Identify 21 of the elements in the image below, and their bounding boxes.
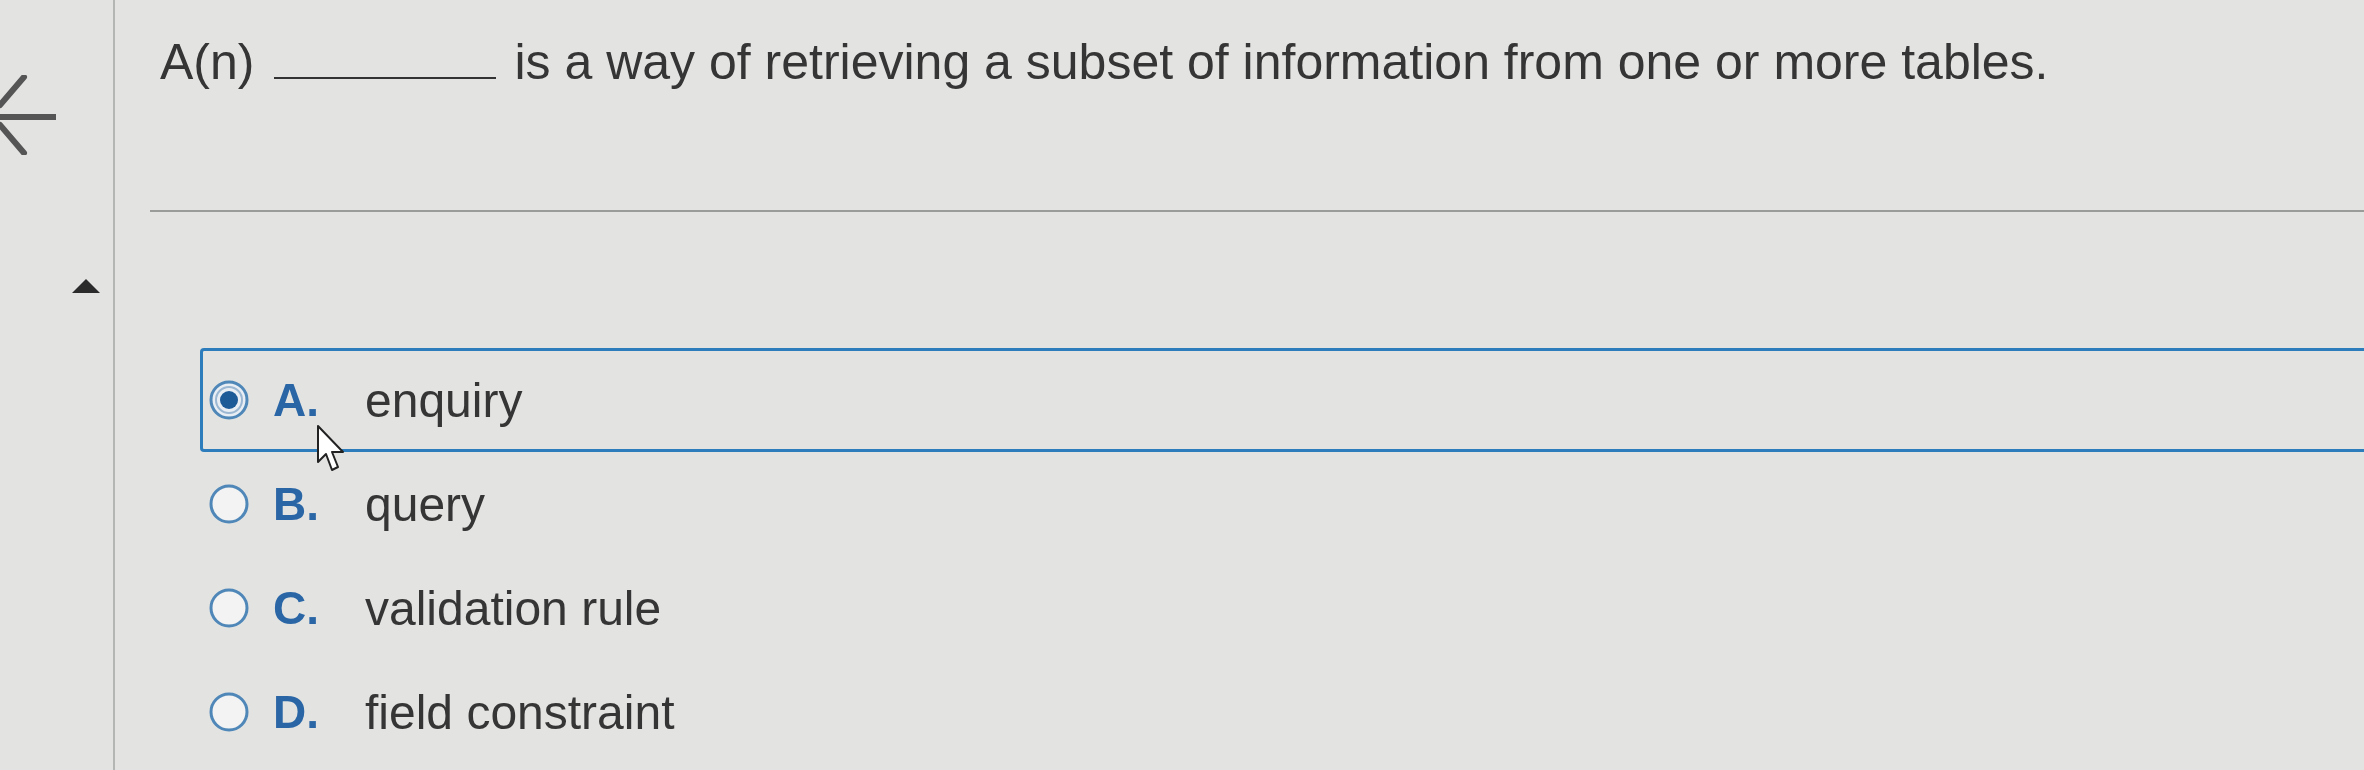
radio-button[interactable] bbox=[209, 692, 249, 732]
option-letter: C. bbox=[273, 581, 320, 635]
option-label: validation rule bbox=[365, 580, 662, 636]
option-label: enquiry bbox=[365, 372, 523, 428]
radio-button[interactable] bbox=[209, 588, 249, 628]
option-label: query bbox=[365, 476, 486, 532]
option-letter: B. bbox=[273, 477, 320, 531]
answer-option[interactable]: B. query bbox=[200, 452, 2364, 556]
radio-button[interactable] bbox=[209, 484, 249, 524]
back-arrow-icon[interactable] bbox=[0, 75, 56, 155]
question-prefix: A(n) bbox=[160, 33, 255, 92]
answer-option[interactable]: C. validation rule bbox=[200, 556, 2364, 660]
answer-option[interactable]: D. field constraint bbox=[200, 660, 2364, 764]
mouse-pointer-icon bbox=[316, 424, 346, 474]
caret-up-icon[interactable] bbox=[72, 279, 100, 293]
radio-button[interactable] bbox=[209, 380, 249, 420]
option-letter: D. bbox=[273, 685, 320, 739]
question-text: is a way of retrieving a subset of information from one or more tables. bbox=[514, 33, 2049, 92]
option-letter: A. bbox=[273, 373, 320, 427]
answer-option[interactable]: A. enquiry bbox=[200, 348, 2364, 452]
option-label: field constraint bbox=[365, 684, 675, 740]
